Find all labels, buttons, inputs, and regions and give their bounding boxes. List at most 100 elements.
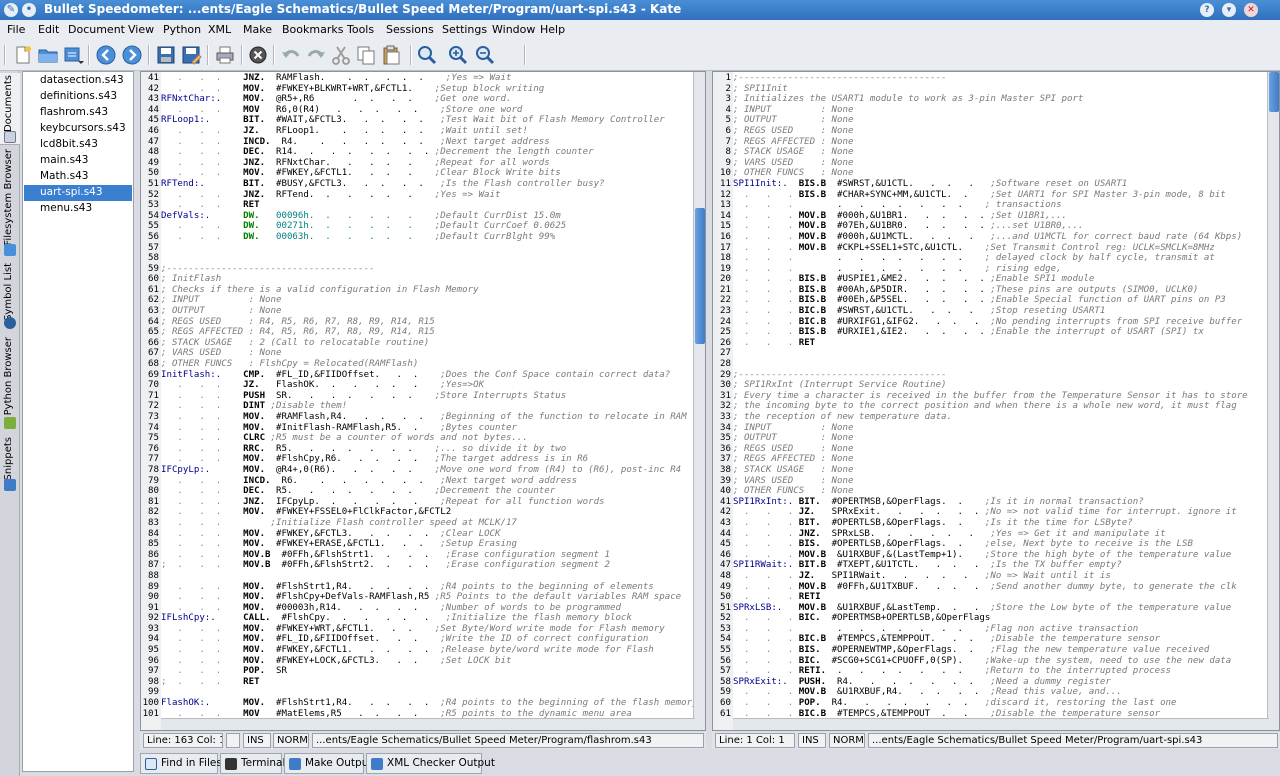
code-line[interactable]: 8; STACK USAGE : None [713,147,1248,158]
code-line[interactable]: 31; Every time a character is received i… [713,390,1248,402]
scrollbar-thumb[interactable] [1269,72,1279,112]
document-item[interactable]: lcd8bit.s43 [24,137,132,153]
code-line[interactable]: 37; REGS AFFECTED : None [713,454,1248,465]
tab-python-browser[interactable]: Python Browser [0,335,20,433]
code-line[interactable]: 54 . . . BIC.B #TEMPCS,&TEMPPOUT. . . ;D… [713,634,1248,646]
code-line[interactable]: 41 . . . JNZ. RAMFlash. . . . . . ;Yes =… [141,73,698,84]
code-line[interactable]: 91 . . . MOV. #00003h,R14. . . . . ;Numb… [141,602,698,614]
input-mode[interactable]: NORM [273,733,309,748]
code-line[interactable]: 41 SPI1RxInt:. BIT. #OPERTMSB,&OperFlags.… [713,496,1248,508]
code-line[interactable]: 18 . . . . . . . . . . ; delayed clock b… [713,253,1248,264]
code-line[interactable]: 59 . . . MOV.B &U1RXBUF,R4. . . . . ;Rea… [713,687,1248,699]
code-line[interactable]: 67; VARS USED : None [141,348,698,360]
code-line[interactable]: 47 SPI1RWait:. BIT.B #TXEPT,&U1TCTL. . . … [713,560,1248,571]
menu-view[interactable]: View [128,23,154,36]
document-item[interactable]: flashrom.s43 [24,105,132,121]
tab-symbol-list[interactable]: Symbol List [0,261,20,333]
code-line[interactable]: 59 ;-------------------------------------… [141,263,698,275]
code-line[interactable]: 7; REGS AFFECTED : None [713,136,1248,148]
code-line[interactable]: 89 . . . MOV. #FlshStrt1,R4. . . . . ;R4… [141,581,698,593]
code-line[interactable]: 50 . . . RETI [713,592,1248,603]
code-line[interactable]: 28 [713,359,1248,370]
code-line[interactable]: 47 . . . INCD. R4. . . . . . . ;Next tar… [141,136,698,148]
code-line[interactable]: 14 . . . MOV.B #000h,&U1BR1. . . . . ;Se… [713,210,1248,222]
horizontal-scrollbar[interactable] [733,718,1269,730]
code-line[interactable]: 80 . . . DEC. R5. . . . . . . ;Decrement… [141,486,698,497]
horizontal-scrollbar[interactable] [161,718,695,730]
code-line[interactable]: 36; REGS USED : None [713,443,1248,455]
vertical-scrollbar[interactable] [693,72,705,730]
code-line[interactable]: 55 . . . DW. 00271h. . . . . . ;Default … [141,221,698,232]
code-line[interactable]: 21 . . . BIS.B #00Ah,&P5DIR. . . . . ;Th… [713,284,1248,296]
document-item[interactable]: Math.s43 [24,169,132,185]
close-icon[interactable]: ✕ [1244,3,1258,17]
code-view-left[interactable]: 41 . . . JNZ. RAMFlash. . . . . . ;Yes =… [141,73,698,720]
save-icon[interactable] [155,44,177,66]
code-line[interactable]: 33; the reception of new temperature dat… [713,412,1248,423]
print-icon[interactable] [214,44,236,66]
code-line[interactable]: 25 . . . BIS.B #URXIE1,&IE2. . . . . ;En… [713,327,1248,338]
code-line[interactable]: 88 [141,570,698,582]
code-line[interactable]: 34; INPUT : None [713,422,1248,434]
code-line[interactable]: 13 . . . . . . . . . . ; transactions [713,200,1248,211]
code-line[interactable]: 58 [141,253,698,264]
minimize-icon[interactable]: ▾ [1222,3,1236,17]
cut-icon[interactable] [330,44,352,66]
menu-help[interactable]: Help [540,23,565,36]
code-line[interactable]: 60; InitFlash [141,274,698,285]
code-line[interactable]: 79 . . . INCD. R6. . . . . . . ;Next tar… [141,475,698,487]
document-item[interactable]: definitions.s43 [24,89,132,105]
code-line[interactable]: 58 SPRxExit:. PUSH. R4. . . . . . . ;Need… [713,676,1248,688]
menu-file[interactable]: File [7,23,25,36]
code-line[interactable]: 72 . . . DINT ;Disable them! [141,401,698,412]
menu-settings[interactable]: Settings [442,23,487,36]
menu-document[interactable]: Document [68,23,125,36]
menu-window[interactable]: Window [492,23,535,36]
code-line[interactable]: 45 RFLoop1:. BIT. #WAIT,&FCTL3. . . . . ;… [141,115,698,126]
code-line[interactable]: 53 . . . . . . . . . . ;Flag non active … [713,623,1248,635]
pin-icon[interactable]: • [22,3,36,17]
code-line[interactable]: 26 . . . RET [713,337,1248,349]
code-line[interactable]: 97 . . . POP. SR [141,666,698,677]
code-line[interactable]: 86 . . . MOV.B #0FFh,&FlshStrt1. . . . ;… [141,549,698,561]
code-line[interactable]: 65; REGS AFFECTED : R4, R5, R6, R7, R8, … [141,327,698,338]
code-line[interactable]: 44 . . . MOV R6,0(R4) . . . . . ;Store o… [141,104,698,116]
open-folder-icon[interactable] [37,44,59,66]
code-line[interactable]: 83 . . . ;Initialize Flash controller sp… [141,517,698,529]
document-item[interactable]: keybcursors.s43 [24,121,132,137]
code-line[interactable]: 15 . . . MOV.B #07Eh,&U1BR0. . . . . ;..… [713,221,1248,232]
code-line[interactable]: 3; Initializes the USART1 module to work… [713,94,1248,105]
code-line[interactable]: 43 RFNxtChar:. MOV. @R5+,R6 . . . . ;Get … [141,94,698,105]
code-line[interactable]: 51 SPRxLSB:. MOV.B &U1RXBUF,&LastTemp. . … [713,602,1248,614]
code-line[interactable]: 75 . . . CLRC ;R5 must be a counter of w… [141,433,698,444]
code-line[interactable]: 93 . . . MOV. #FWKEY+WRT,&FCTL1. . . ;Se… [141,623,698,635]
code-line[interactable]: 43 . . . BIT. #OPERTLSB,&OperFlags. . ;I… [713,517,1248,529]
code-line[interactable]: 4; INPUT : None [713,104,1248,116]
code-line[interactable]: 96 . . . MOV. #FWKEY+LOCK,&FCTL3. . . ;S… [141,655,698,667]
code-line[interactable]: 6; REGS USED : None [713,125,1248,137]
insert-mode[interactable]: INS [798,733,826,748]
code-line[interactable]: 62; INPUT : None [141,295,698,307]
tab-find-in-files[interactable]: Find in Files [140,753,222,774]
tab-terminal[interactable]: Terminal [220,753,285,774]
code-line[interactable]: 12 . . . BIS.B #CHAR+SYNC+MM,&U1CTL. . ;… [713,189,1248,201]
code-line[interactable]: 90 . . . MOV. #FlshCpy+DefVals-RAMFlash,… [141,592,698,603]
code-line[interactable]: 16 . . . MOV.B #000h,&U1MCTL. . . . ;...… [713,231,1248,243]
code-line[interactable]: 87; . . . MOV.B #0FFh,&FlshStrt2. . . . … [141,560,698,571]
code-line[interactable]: 29 ;-------------------------------------… [713,369,1248,381]
code-line[interactable]: 84 . . . MOV. #FWKEY,&FCTL3. . . . . ;Cl… [141,528,698,540]
paste-icon[interactable] [380,44,402,66]
menu-make[interactable]: Make [243,23,272,36]
redo-icon[interactable] [305,44,327,66]
tab-xml-checker-output[interactable]: XML Checker Output [366,753,495,774]
code-line[interactable]: 100 FlashOK:. MOV. #FlshStrt1,R4. . . . .… [141,698,698,709]
code-line[interactable]: 66; STACK USAGE : 2 (Call to relocatable… [141,337,698,349]
code-line[interactable]: 56 . . . DW. 00063h. . . . . . ;Default … [141,231,698,243]
code-line[interactable]: 55 . . . BIS. #OPERNEWTMP,&OperFlags. . … [713,645,1248,656]
code-line[interactable]: 57 [141,242,698,254]
tab-filesystem-browser[interactable]: Filesystem Browser [0,147,20,259]
open-recent-icon[interactable] [62,44,84,66]
code-line[interactable]: 64; REGS USED : R4, R5, R6, R7, R8, R9, … [141,316,698,328]
code-line[interactable]: 30; SPI1RxInt (Interrupt Service Routine… [713,380,1248,391]
save-as-icon[interactable] [180,44,202,66]
